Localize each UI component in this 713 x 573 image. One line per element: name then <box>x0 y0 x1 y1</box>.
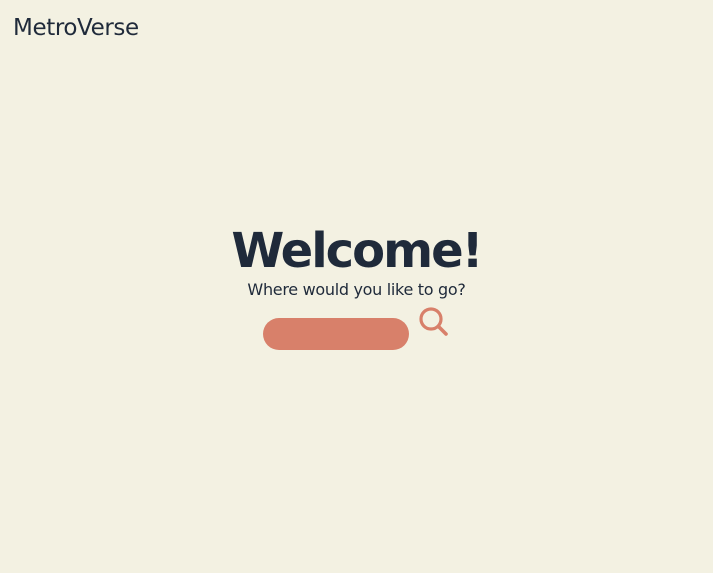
welcome-subtitle: Where would you like to go? <box>247 280 466 299</box>
search-input[interactable] <box>263 318 409 350</box>
welcome-title: Welcome! <box>231 223 483 279</box>
brand-logo[interactable]: MetroVerse <box>13 13 139 43</box>
search-button[interactable] <box>417 305 449 337</box>
search-icon <box>419 307 448 336</box>
welcome-section: Welcome! Where would you like to go? <box>0 222 713 300</box>
